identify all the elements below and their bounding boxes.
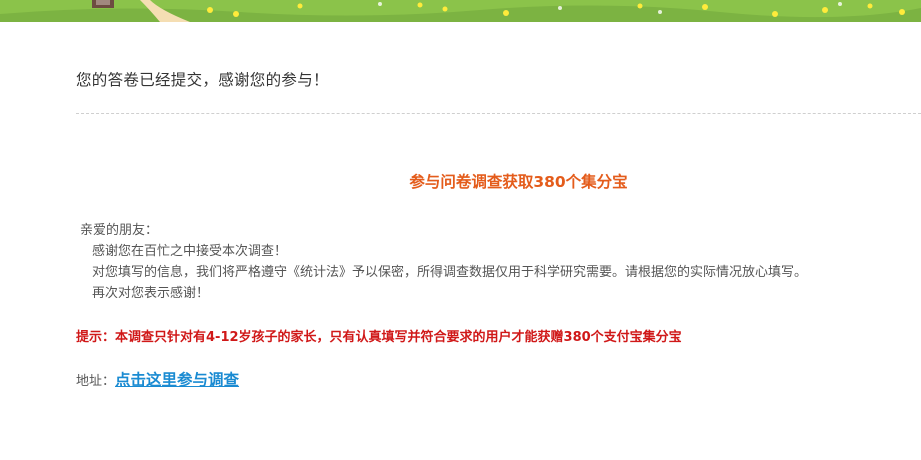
letter-greeting: 亲爱的朋友： <box>80 223 159 238</box>
survey-link[interactable]: 点击这里参与调查 <box>115 371 239 389</box>
letter-line-closing: 再次对您表示感谢！ <box>92 286 210 301</box>
letter-body: 亲爱的朋友： 感谢您在百忙之中接受本次调查！ 对您填写的信息，我们将严格遵守《统… <box>80 220 807 304</box>
header-banner <box>0 0 921 22</box>
address-row: 地址：点击这里参与调查 <box>76 368 239 390</box>
meadow-banner-icon <box>0 0 921 22</box>
address-label: 地址： <box>76 374 116 389</box>
submission-message: 您的答卷已经提交，感谢您的参与！ <box>76 71 329 89</box>
letter-line-privacy: 对您填写的信息，我们将严格遵守《统计法》予以保密，所得调查数据仅用于科学研究需要… <box>92 265 808 280</box>
eligibility-tip: 提示：本调查只针对有4-12岁孩子的家长，只有认真填写并符合要求的用户才能获赠3… <box>76 330 682 345</box>
letter-line-thanks: 感谢您在百忙之中接受本次调查！ <box>92 244 288 259</box>
reward-title: 参与问卷调查获取380个集分宝 <box>409 173 628 191</box>
result-container: 您的答卷已经提交，感谢您的参与！ 参与问卷调查获取380个集分宝 亲爱的朋友： … <box>0 22 921 460</box>
dashed-divider <box>76 113 921 114</box>
